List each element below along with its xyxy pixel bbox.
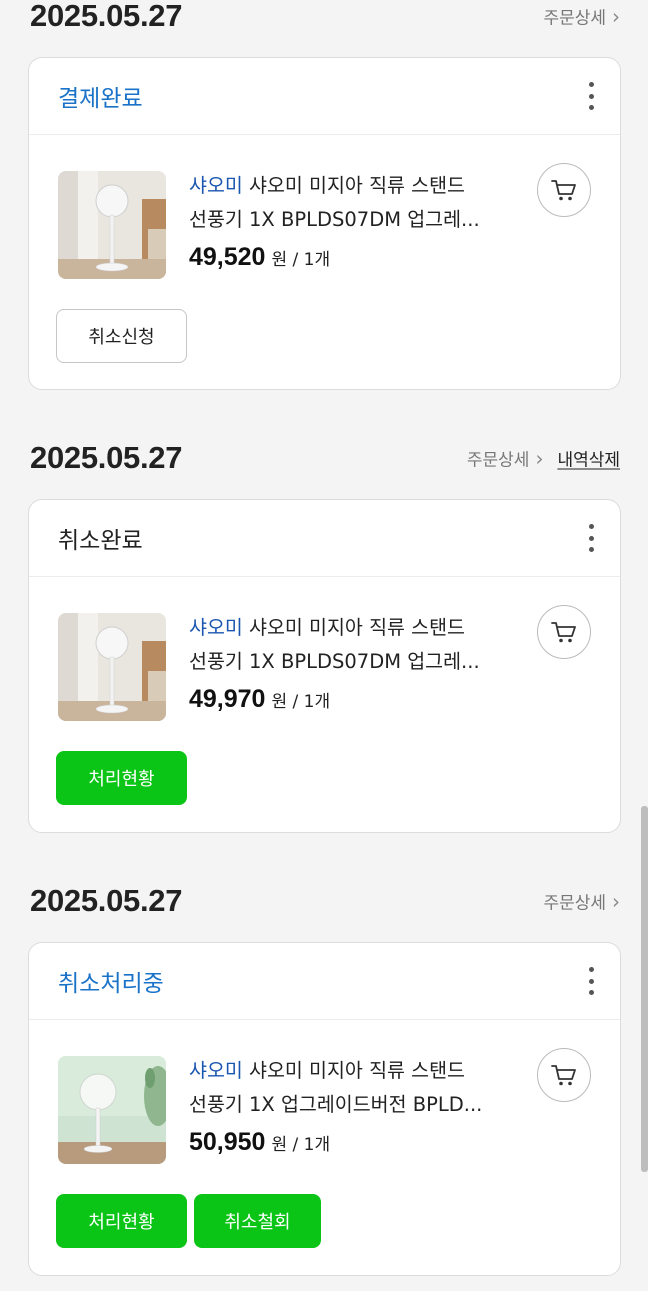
price-amount: 50,950	[189, 1128, 266, 1156]
chevron-right-icon: ›	[535, 446, 544, 470]
order-item[interactable]: 샤오미 샤오미 미지아 직류 스탠드 선풍기 1X 업그레이드버전 BPLD..…	[29, 1020, 620, 1164]
cart-icon	[551, 180, 576, 201]
order-item[interactable]: 샤오미 샤오미 미지아 직류 스탠드 선풍기 1X BPLDS07DM 업그레.…	[29, 135, 620, 279]
cart-button[interactable]	[537, 605, 591, 659]
order-detail-label: 주문상세	[466, 450, 530, 471]
order-actions: 처리현황	[56, 751, 187, 805]
order-actions: 처리현황 취소철회	[56, 1194, 321, 1248]
order-header-links: 주문상세 › 내역삭제	[467, 446, 620, 471]
product-name-line1: 샤오미 미지아 직류 스탠드	[249, 1059, 465, 1082]
product-brand: 샤오미	[189, 1059, 243, 1082]
order-group-header: 2025.05.27 주문상세 ›	[0, 877, 648, 925]
order-detail-label: 주문상세	[543, 8, 606, 29]
product-name-line2: 선풍기 1X BPLDS07DM 업그레...	[189, 650, 480, 673]
chevron-right-icon: ›	[612, 889, 620, 913]
process-status-button[interactable]: 처리현황	[56, 1194, 187, 1248]
product-thumbnail[interactable]	[58, 1056, 166, 1164]
order-detail-label: 주문상세	[543, 893, 606, 914]
price-unit: 원 / 1개	[271, 692, 331, 712]
product-price: 49,970 원 / 1개	[189, 685, 330, 714]
price-unit: 원 / 1개	[271, 250, 331, 270]
more-vertical-icon[interactable]	[586, 82, 596, 110]
product-brand: 샤오미	[189, 174, 243, 197]
cart-button[interactable]	[537, 163, 591, 217]
order-detail-link[interactable]: 주문상세 ›	[543, 889, 620, 914]
product-title[interactable]: 샤오미 샤오미 미지아 직류 스탠드 선풍기 1X BPLDS07DM 업그레.…	[189, 611, 519, 679]
process-status-button[interactable]: 처리현황	[56, 751, 187, 805]
cart-button[interactable]	[537, 1048, 591, 1102]
cart-icon	[551, 1065, 576, 1086]
price-unit: 원 / 1개	[271, 1135, 331, 1155]
order-detail-link[interactable]: 주문상세 ›	[467, 446, 544, 471]
price-amount: 49,970	[189, 685, 266, 713]
order-date: 2025.05.27	[30, 0, 183, 33]
order-group-2: 2025.05.27 주문상세 › 내역삭제	[0, 434, 648, 482]
order-group-1: 2025.05.27 주문상세 ›	[0, 0, 648, 40]
order-date: 2025.05.27	[30, 883, 183, 918]
product-price: 50,950 원 / 1개	[189, 1128, 330, 1157]
order-card-header: 취소완료	[29, 500, 620, 577]
order-group-header: 2025.05.27 주문상세 › 내역삭제	[0, 434, 648, 482]
product-title[interactable]: 샤오미 샤오미 미지아 직류 스탠드 선풍기 1X 업그레이드버전 BPLD..…	[189, 1054, 519, 1122]
order-card-header: 결제완료	[29, 58, 620, 135]
product-name-line1: 샤오미 미지아 직류 스탠드	[249, 616, 465, 639]
order-item[interactable]: 샤오미 샤오미 미지아 직류 스탠드 선풍기 1X BPLDS07DM 업그레.…	[29, 577, 620, 721]
chevron-right-icon: ›	[612, 4, 620, 28]
order-group-3: 2025.05.27 주문상세 ›	[0, 877, 648, 925]
more-vertical-icon[interactable]	[586, 524, 596, 552]
delete-history-link[interactable]: 내역삭제	[557, 446, 620, 471]
order-date: 2025.05.27	[30, 440, 183, 475]
order-status: 취소처리중	[58, 971, 164, 997]
order-history-page: 2025.05.27 주문상세 › 결제완료 샤오미 샤오미 미지아 직류 스탠…	[0, 0, 648, 1291]
order-card-header: 취소처리중	[29, 943, 620, 1020]
more-vertical-icon[interactable]	[586, 967, 596, 995]
price-amount: 49,520	[189, 243, 266, 271]
order-status: 결제완료	[58, 86, 143, 112]
product-name-line1: 샤오미 미지아 직류 스탠드	[249, 174, 465, 197]
product-thumbnail[interactable]	[58, 171, 166, 279]
order-card-2: 취소완료 샤오미 샤오미 미지아 직류 스탠드 선풍기 1X BPLDS07DM…	[28, 499, 621, 833]
cancel-withdraw-button[interactable]: 취소철회	[194, 1194, 321, 1248]
product-name-line2: 선풍기 1X 업그레이드버전 BPLD...	[189, 1093, 483, 1116]
order-header-links: 주문상세 ›	[543, 889, 620, 914]
order-detail-link[interactable]: 주문상세 ›	[543, 4, 620, 29]
product-brand: 샤오미	[189, 616, 243, 639]
order-status: 취소완료	[58, 528, 143, 554]
product-title[interactable]: 샤오미 샤오미 미지아 직류 스탠드 선풍기 1X BPLDS07DM 업그레.…	[189, 169, 519, 237]
order-group-header: 2025.05.27 주문상세 ›	[0, 0, 648, 40]
order-actions: 취소신청	[56, 309, 187, 363]
scrollbar[interactable]	[641, 806, 648, 1172]
product-name-line2: 선풍기 1X BPLDS07DM 업그레...	[189, 208, 480, 231]
order-card-3: 취소처리중 샤오미 샤오미 미지아 직류 스탠드 선풍기 1X 업그레이드버전	[28, 942, 621, 1276]
product-thumbnail[interactable]	[58, 613, 166, 721]
order-header-links: 주문상세 ›	[543, 4, 620, 29]
product-price: 49,520 원 / 1개	[189, 243, 330, 272]
order-card-1: 결제완료 샤오미 샤오미 미지아 직류 스탠드 선풍기 1X BPLDS07DM…	[28, 57, 621, 390]
cancel-request-button[interactable]: 취소신청	[56, 309, 187, 363]
cart-icon	[551, 622, 576, 643]
